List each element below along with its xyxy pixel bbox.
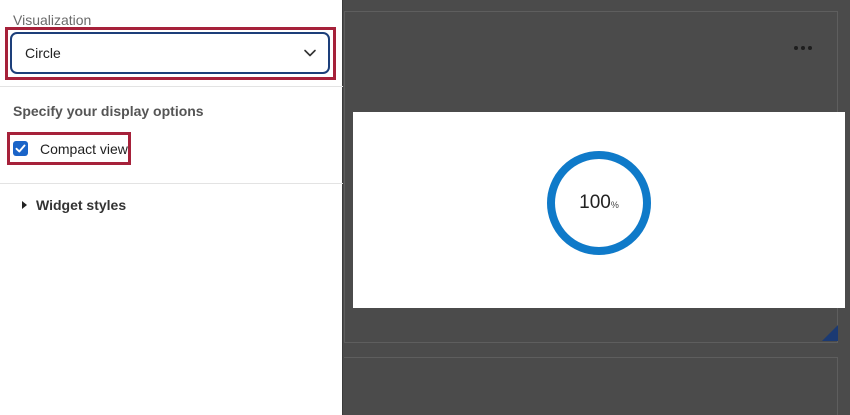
gauge-value: 100 — [579, 192, 611, 213]
visualization-select[interactable]: Circle — [10, 32, 330, 74]
widget-styles-label: Widget styles — [36, 197, 127, 213]
panel-divider — [0, 183, 343, 184]
panel-divider — [0, 86, 343, 87]
chevron-down-icon — [304, 49, 316, 57]
more-horizontal-icon — [794, 46, 798, 50]
more-options-button[interactable] — [793, 42, 813, 54]
next-widget-card — [344, 357, 838, 415]
compact-view-label[interactable]: Compact view — [40, 141, 128, 157]
widget-settings-panel: Visualization Circle Specify your displa… — [0, 0, 343, 415]
more-horizontal-icon — [801, 46, 805, 50]
caret-right-icon — [22, 201, 27, 209]
display-options-title: Specify your display options — [13, 103, 204, 119]
app-root: Visualization Circle Specify your displa… — [0, 0, 850, 415]
gauge-value-text: 100% — [546, 193, 652, 215]
compact-view-checkbox[interactable] — [13, 141, 28, 156]
widget-preview: 100% — [353, 112, 845, 308]
circle-gauge: 100% — [546, 150, 652, 256]
visualization-label: Visualization — [13, 12, 92, 28]
checkmark-icon — [15, 144, 26, 153]
visualization-select-value: Circle — [25, 45, 61, 61]
gauge-unit: % — [610, 200, 619, 210]
more-horizontal-icon — [808, 46, 812, 50]
resize-corner-icon[interactable] — [822, 325, 838, 341]
